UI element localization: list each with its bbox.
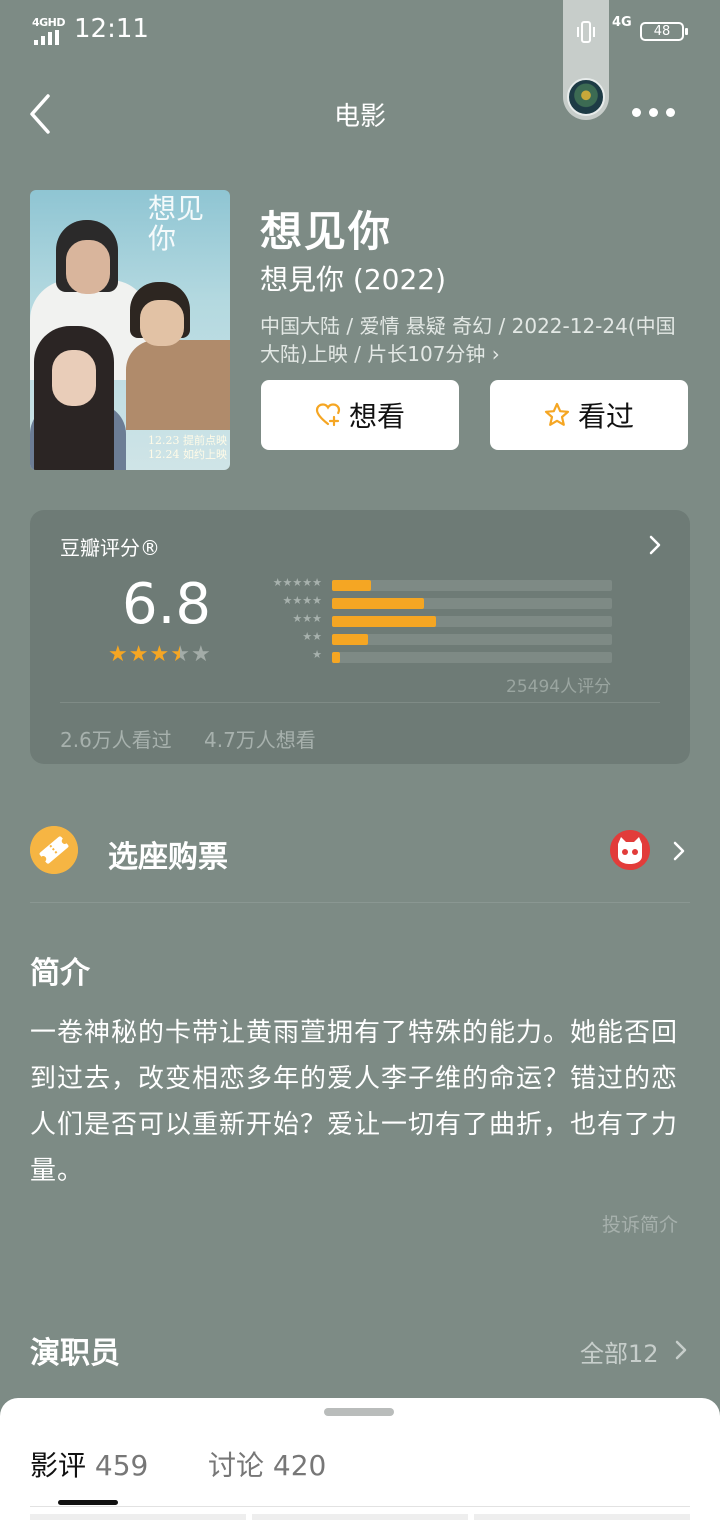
bottom-sheet[interactable]: 影评 459 讨论 420: [0, 1398, 720, 1520]
tab-reviews[interactable]: 影评 459: [30, 1444, 148, 1484]
wish-count: 4.7万人想看: [204, 728, 316, 752]
distribution-stars: ★★★★: [282, 594, 322, 607]
chevron-right-icon[interactable]: [672, 840, 686, 862]
maoyan-cat-icon: [610, 830, 650, 870]
distribution-track: [332, 598, 612, 609]
battery-level: 48: [653, 24, 671, 39]
want-to-watch-label: 想看: [348, 400, 405, 433]
distribution-row: ★: [252, 648, 612, 666]
chevron-right-icon[interactable]: [674, 1339, 688, 1361]
rating-star-icon: ★: [170, 642, 190, 667]
synopsis-title: 简介: [30, 956, 90, 991]
distribution-bar: [332, 634, 369, 645]
cast-title: 演职员: [30, 1336, 120, 1371]
more-options-icon[interactable]: [632, 98, 682, 126]
tab-discussion[interactable]: 讨论 420: [208, 1444, 326, 1484]
heart-plus-icon: [315, 403, 341, 427]
distribution-row: ★★★★★: [252, 576, 612, 594]
rating-distribution: ★★★★★ ★★★★ ★★★ ★★ ★: [252, 576, 612, 666]
movie-poster[interactable]: 想见你 12.23 提前点映 12.24 如约上映: [30, 190, 230, 470]
cast-all-link[interactable]: 全部12: [580, 1334, 659, 1369]
distribution-stars: ★★★★★: [272, 576, 322, 589]
star-outline-icon: [544, 402, 570, 426]
rating-stars: ★ ★ ★ ★ ★: [108, 644, 211, 666]
want-to-watch-button[interactable]: 想看: [261, 380, 459, 450]
status-time: 12:11: [74, 14, 149, 44]
rating-star-icon: ★: [190, 642, 211, 667]
watched-label: 看过: [577, 400, 634, 433]
signal-icon: 4GHD: [32, 16, 68, 45]
distribution-bar: [332, 616, 436, 627]
distribution-bar: [332, 652, 341, 663]
ticket-icon: [30, 826, 78, 874]
rating-star-icon: ★: [149, 642, 170, 667]
rating-star-icon: ★: [128, 642, 149, 667]
distribution-row: ★★★: [252, 612, 612, 630]
battery-icon: 48: [640, 22, 688, 41]
distribution-bar: [332, 580, 372, 591]
drag-handle[interactable]: [324, 1408, 394, 1416]
network-right-label: 4G: [612, 15, 632, 30]
distribution-row: ★★★★: [252, 594, 612, 612]
poster-date: 12.23 提前点映 12.24 如约上映: [148, 434, 227, 461]
page-title: 电影: [333, 102, 386, 132]
movie-original-title: 想見你 (2022): [260, 263, 447, 296]
distribution-stars: ★: [312, 648, 322, 661]
tab-reviews-label: 影评: [30, 1449, 87, 1482]
divider: [60, 702, 660, 703]
chevron-right-icon[interactable]: [648, 534, 662, 556]
content-placeholder: [30, 1514, 690, 1520]
distribution-stars: ★★: [302, 630, 322, 643]
watched-button[interactable]: 看过: [490, 380, 688, 450]
distribution-track: [332, 580, 612, 591]
distribution-track: [332, 652, 612, 663]
distribution-bar: [332, 598, 425, 609]
network-label: 4GHD: [32, 16, 66, 29]
rating-label: 豆瓣评分®: [60, 536, 160, 560]
vibrate-icon: [577, 21, 595, 43]
poster-title: 想见你: [148, 192, 205, 255]
synopsis-text: 一卷神秘的卡带让黄雨萱拥有了特殊的能力。她能否回到过去，改变相恋多年的爱人李子维…: [30, 1018, 679, 1186]
distribution-stars: ★★★: [292, 612, 322, 625]
status-bar: 4GHD 12:11 4G 48: [0, 0, 720, 120]
rating-card[interactable]: 豆瓣评分® 6.8 ★ ★ ★ ★ ★ ★★★★★ ★★★★ ★★★ ★★ ★ 25494人评分…: [30, 510, 690, 764]
report-synopsis-link[interactable]: 投诉简介: [602, 1210, 678, 1237]
divider: [30, 902, 690, 903]
distribution-track: [332, 634, 612, 645]
tab-discussion-count: 420: [272, 1449, 327, 1482]
distribution-track: [332, 616, 612, 627]
tab-discussion-label: 讨论: [208, 1449, 265, 1482]
movie-meta[interactable]: 中国大陆 / 爱情 悬疑 奇幻 / 2022-12-24(中国大陆)上映 / 片…: [260, 312, 692, 368]
distribution-row: ★★: [252, 630, 612, 648]
rating-count: 25494人评分: [506, 677, 612, 697]
rating-star-icon: ★: [108, 642, 128, 667]
active-tab-indicator: [58, 1500, 118, 1505]
buy-ticket-label[interactable]: 选座购票: [108, 832, 228, 876]
divider: [30, 1506, 690, 1507]
watched-count: 2.6万人看过: [60, 728, 172, 752]
rating-score: 6.8: [122, 572, 212, 637]
movie-title: 想见你: [260, 207, 393, 256]
tab-reviews-count: 459: [94, 1449, 149, 1482]
